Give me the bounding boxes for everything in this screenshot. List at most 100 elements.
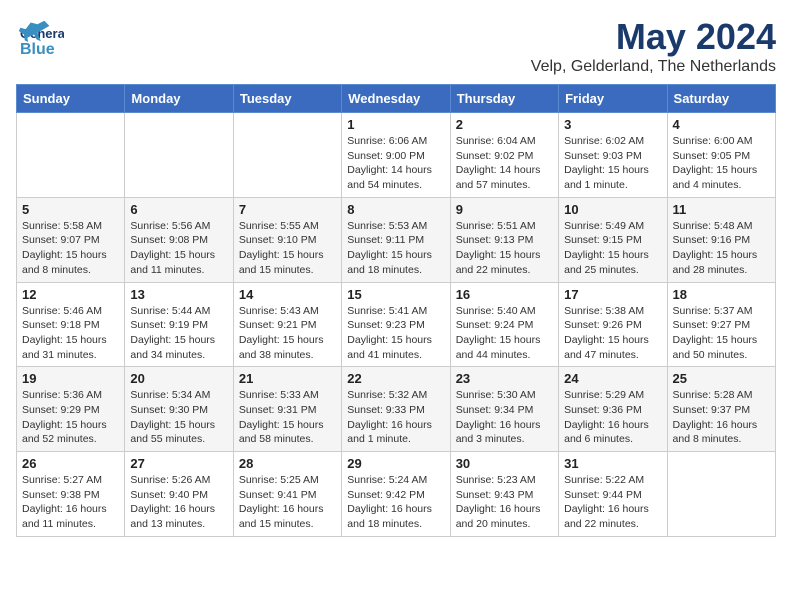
- day-info: Sunrise: 5:55 AMSunset: 9:10 PMDaylight:…: [239, 219, 336, 278]
- day-info: Sunrise: 5:33 AMSunset: 9:31 PMDaylight:…: [239, 388, 336, 447]
- day-info: Sunrise: 5:27 AMSunset: 9:38 PMDaylight:…: [22, 473, 119, 532]
- day-cell-28: 28 Sunrise: 5:25 AMSunset: 9:41 PMDayligh…: [233, 452, 341, 537]
- day-info: Sunrise: 5:48 AMSunset: 9:16 PMDaylight:…: [673, 219, 770, 278]
- day-number: 16: [456, 287, 553, 302]
- day-number: 26: [22, 456, 119, 471]
- col-header-wednesday: Wednesday: [342, 85, 450, 113]
- empty-cell: [125, 113, 233, 198]
- day-number: 28: [239, 456, 336, 471]
- day-cell-3: 3 Sunrise: 6:02 AMSunset: 9:03 PMDaylight…: [559, 113, 667, 198]
- day-info: Sunrise: 5:46 AMSunset: 9:18 PMDaylight:…: [22, 304, 119, 363]
- day-cell-29: 29 Sunrise: 5:24 AMSunset: 9:42 PMDayligh…: [342, 452, 450, 537]
- day-cell-26: 26 Sunrise: 5:27 AMSunset: 9:38 PMDayligh…: [17, 452, 125, 537]
- day-info: Sunrise: 5:29 AMSunset: 9:36 PMDaylight:…: [564, 388, 661, 447]
- day-cell-15: 15 Sunrise: 5:41 AMSunset: 9:23 PMDayligh…: [342, 282, 450, 367]
- day-info: Sunrise: 5:25 AMSunset: 9:41 PMDaylight:…: [239, 473, 336, 532]
- day-number: 24: [564, 371, 661, 386]
- day-info: Sunrise: 5:30 AMSunset: 9:34 PMDaylight:…: [456, 388, 553, 447]
- day-number: 3: [564, 117, 661, 132]
- day-cell-12: 12 Sunrise: 5:46 AMSunset: 9:18 PMDayligh…: [17, 282, 125, 367]
- day-info: Sunrise: 5:58 AMSunset: 9:07 PMDaylight:…: [22, 219, 119, 278]
- day-info: Sunrise: 5:53 AMSunset: 9:11 PMDaylight:…: [347, 219, 444, 278]
- week-row-1: 5 Sunrise: 5:58 AMSunset: 9:07 PMDaylight…: [17, 197, 776, 282]
- day-cell-27: 27 Sunrise: 5:26 AMSunset: 9:40 PMDayligh…: [125, 452, 233, 537]
- logo-icon: General Blue: [16, 16, 64, 64]
- day-number: 21: [239, 371, 336, 386]
- day-number: 6: [130, 202, 227, 217]
- day-number: 29: [347, 456, 444, 471]
- day-number: 2: [456, 117, 553, 132]
- day-cell-24: 24 Sunrise: 5:29 AMSunset: 9:36 PMDayligh…: [559, 367, 667, 452]
- day-cell-8: 8 Sunrise: 5:53 AMSunset: 9:11 PMDaylight…: [342, 197, 450, 282]
- day-number: 5: [22, 202, 119, 217]
- empty-cell: [233, 113, 341, 198]
- day-number: 22: [347, 371, 444, 386]
- day-cell-10: 10Sunrise: 5:49 AMSunset: 9:15 PMDayligh…: [559, 197, 667, 282]
- col-header-thursday: Thursday: [450, 85, 558, 113]
- day-number: 23: [456, 371, 553, 386]
- month-title: May 2024: [531, 16, 776, 58]
- day-cell-16: 16Sunrise: 5:40 AMSunset: 9:24 PMDayligh…: [450, 282, 558, 367]
- day-cell-7: 7 Sunrise: 5:55 AMSunset: 9:10 PMDaylight…: [233, 197, 341, 282]
- day-info: Sunrise: 5:34 AMSunset: 9:30 PMDaylight:…: [130, 388, 227, 447]
- day-number: 7: [239, 202, 336, 217]
- week-row-2: 12 Sunrise: 5:46 AMSunset: 9:18 PMDayligh…: [17, 282, 776, 367]
- day-cell-30: 30Sunrise: 5:23 AMSunset: 9:43 PMDayligh…: [450, 452, 558, 537]
- day-cell-31: 31 Sunrise: 5:22 AMSunset: 9:44 PMDayligh…: [559, 452, 667, 537]
- day-number: 11: [673, 202, 770, 217]
- day-info: Sunrise: 6:00 AMSunset: 9:05 PMDaylight:…: [673, 134, 770, 193]
- day-info: Sunrise: 5:24 AMSunset: 9:42 PMDaylight:…: [347, 473, 444, 532]
- day-cell-5: 5 Sunrise: 5:58 AMSunset: 9:07 PMDaylight…: [17, 197, 125, 282]
- day-info: Sunrise: 5:28 AMSunset: 9:37 PMDaylight:…: [673, 388, 770, 447]
- day-number: 31: [564, 456, 661, 471]
- day-number: 18: [673, 287, 770, 302]
- day-info: Sunrise: 5:51 AMSunset: 9:13 PMDaylight:…: [456, 219, 553, 278]
- day-cell-9: 9 Sunrise: 5:51 AMSunset: 9:13 PMDaylight…: [450, 197, 558, 282]
- week-row-4: 26 Sunrise: 5:27 AMSunset: 9:38 PMDayligh…: [17, 452, 776, 537]
- day-info: Sunrise: 5:23 AMSunset: 9:43 PMDaylight:…: [456, 473, 553, 532]
- day-cell-6: 6Sunrise: 5:56 AMSunset: 9:08 PMDaylight…: [125, 197, 233, 282]
- day-number: 27: [130, 456, 227, 471]
- col-header-saturday: Saturday: [667, 85, 775, 113]
- day-info: Sunrise: 5:41 AMSunset: 9:23 PMDaylight:…: [347, 304, 444, 363]
- day-number: 15: [347, 287, 444, 302]
- day-cell-22: 22 Sunrise: 5:32 AMSunset: 9:33 PMDayligh…: [342, 367, 450, 452]
- day-info: Sunrise: 5:37 AMSunset: 9:27 PMDaylight:…: [673, 304, 770, 363]
- day-info: Sunrise: 5:44 AMSunset: 9:19 PMDaylight:…: [130, 304, 227, 363]
- day-cell-19: 19Sunrise: 5:36 AMSunset: 9:29 PMDayligh…: [17, 367, 125, 452]
- col-header-sunday: Sunday: [17, 85, 125, 113]
- week-row-3: 19Sunrise: 5:36 AMSunset: 9:29 PMDayligh…: [17, 367, 776, 452]
- logo: General Blue: [16, 16, 64, 64]
- day-number: 13: [130, 287, 227, 302]
- day-number: 14: [239, 287, 336, 302]
- day-info: Sunrise: 5:43 AMSunset: 9:21 PMDaylight:…: [239, 304, 336, 363]
- day-cell-14: 14 Sunrise: 5:43 AMSunset: 9:21 PMDayligh…: [233, 282, 341, 367]
- title-area: May 2024 Velp, Gelderland, The Netherlan…: [531, 16, 776, 76]
- day-info: Sunrise: 6:04 AMSunset: 9:02 PMDaylight:…: [456, 134, 553, 193]
- day-number: 8: [347, 202, 444, 217]
- day-cell-11: 11 Sunrise: 5:48 AMSunset: 9:16 PMDayligh…: [667, 197, 775, 282]
- day-number: 20: [130, 371, 227, 386]
- day-number: 12: [22, 287, 119, 302]
- day-cell-25: 25 Sunrise: 5:28 AMSunset: 9:37 PMDayligh…: [667, 367, 775, 452]
- day-cell-1: 1Sunrise: 6:06 AMSunset: 9:00 PMDaylight…: [342, 113, 450, 198]
- day-number: 25: [673, 371, 770, 386]
- day-info: Sunrise: 5:32 AMSunset: 9:33 PMDaylight:…: [347, 388, 444, 447]
- location: Velp, Gelderland, The Netherlands: [531, 58, 776, 76]
- day-info: Sunrise: 6:02 AMSunset: 9:03 PMDaylight:…: [564, 134, 661, 193]
- day-cell-13: 13 Sunrise: 5:44 AMSunset: 9:19 PMDayligh…: [125, 282, 233, 367]
- header: General Blue May 2024 Velp, Gelderland, …: [16, 16, 776, 76]
- empty-cell: [17, 113, 125, 198]
- day-info: Sunrise: 5:22 AMSunset: 9:44 PMDaylight:…: [564, 473, 661, 532]
- day-number: 1: [347, 117, 444, 132]
- day-number: 4: [673, 117, 770, 132]
- day-info: Sunrise: 5:26 AMSunset: 9:40 PMDaylight:…: [130, 473, 227, 532]
- col-header-tuesday: Tuesday: [233, 85, 341, 113]
- day-number: 9: [456, 202, 553, 217]
- day-cell-4: 4 Sunrise: 6:00 AMSunset: 9:05 PMDaylight…: [667, 113, 775, 198]
- col-header-monday: Monday: [125, 85, 233, 113]
- day-cell-21: 21 Sunrise: 5:33 AMSunset: 9:31 PMDayligh…: [233, 367, 341, 452]
- day-cell-23: 23 Sunrise: 5:30 AMSunset: 9:34 PMDayligh…: [450, 367, 558, 452]
- calendar-table: SundayMondayTuesdayWednesdayThursdayFrid…: [16, 84, 776, 537]
- day-info: Sunrise: 5:49 AMSunset: 9:15 PMDaylight:…: [564, 219, 661, 278]
